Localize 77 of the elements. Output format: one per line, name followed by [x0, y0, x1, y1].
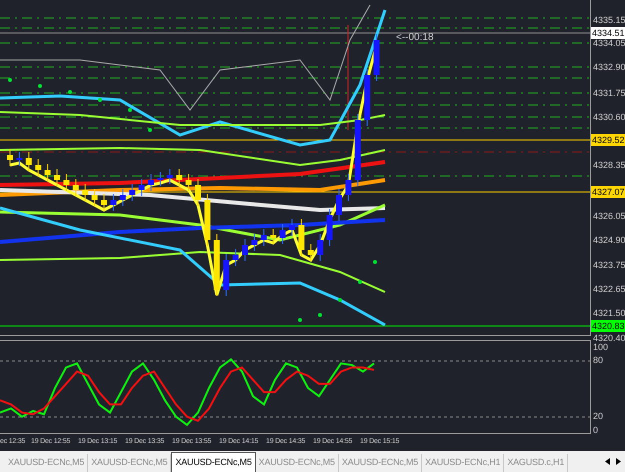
- candle: [63, 174, 70, 192]
- price-label: 4322.65: [593, 283, 625, 295]
- price-label: 4331.75: [593, 87, 625, 99]
- candle: [148, 174, 154, 192]
- scroll-left-icon[interactable]: [605, 458, 610, 465]
- candle: [336, 188, 342, 222]
- sar-dot: [318, 313, 322, 317]
- candle: [176, 168, 182, 186]
- candle: [214, 234, 220, 296]
- candle: [166, 168, 173, 184]
- candle: [298, 218, 304, 256]
- candle: [26, 152, 32, 172]
- candle: [44, 164, 51, 182]
- candle: [374, 34, 380, 82]
- candle: [289, 218, 295, 236]
- candle: [345, 174, 352, 202]
- price-label: 4334.05: [593, 37, 625, 49]
- candle: [317, 234, 324, 262]
- price-marker: 4320.83: [591, 320, 625, 332]
- sar-dot: [8, 78, 12, 82]
- candle: [242, 238, 248, 262]
- price-label: 4323.75: [593, 259, 625, 271]
- candle: [7, 148, 13, 166]
- sar-dot: [98, 98, 102, 102]
- candle: [101, 194, 107, 212]
- price-label: 4326.05: [593, 210, 625, 222]
- scroll-right-icon[interactable]: [616, 458, 621, 465]
- candle: [232, 248, 239, 266]
- oscillator-label: 80: [593, 354, 604, 366]
- candle: [195, 178, 201, 206]
- price-marker: 4329.52: [591, 134, 625, 146]
- sar-dot: [338, 298, 342, 302]
- price-marker: 4334.51: [591, 27, 625, 39]
- sar-dot: [358, 280, 362, 284]
- oscillator-label: 100: [593, 342, 608, 353]
- candle: [54, 168, 60, 186]
- candle: [129, 184, 136, 202]
- candle: [223, 254, 230, 296]
- price-label: 4320.40: [593, 332, 625, 344]
- candle: [120, 188, 126, 206]
- candle: [92, 188, 98, 206]
- sar-dot: [298, 318, 302, 322]
- sar-dot: [38, 84, 42, 88]
- chart-tab[interactable]: XAUUSD-ECNc,M5: [256, 454, 339, 472]
- candle: [270, 228, 276, 244]
- price-label: 4321.50: [593, 307, 625, 319]
- candle: [251, 234, 258, 252]
- candle: [157, 172, 164, 186]
- sar-dot: [373, 260, 377, 264]
- price-label: 4335.15: [593, 14, 625, 26]
- oscillator-label: 0: [593, 424, 598, 436]
- price-marker: 4327.07: [591, 186, 625, 198]
- candle: [204, 194, 210, 246]
- price-label: 4328.35: [593, 159, 625, 171]
- candle: [110, 194, 116, 212]
- candle: [35, 158, 42, 176]
- candle: [16, 152, 22, 166]
- chart-tab[interactable]: XAUUSD-ECNc,M5: [171, 452, 256, 472]
- sar-dot: [148, 128, 152, 132]
- candle: [138, 178, 145, 196]
- sar-dot: [128, 108, 132, 112]
- oscillator-label: 20: [593, 410, 604, 422]
- sar-dot: [68, 90, 72, 94]
- price-label: 4324.90: [593, 234, 625, 246]
- candle: [186, 174, 192, 192]
- candle: [280, 224, 286, 244]
- chart-tab[interactable]: XAUUSD-ECNc,M5: [5, 454, 88, 472]
- candle: [326, 208, 333, 246]
- chart-tab[interactable]: XAUUSD-ECNc,H1: [422, 454, 504, 472]
- candle: [260, 228, 267, 246]
- price-label: 4332.90: [593, 61, 625, 73]
- countdown-timer: <--00:18: [396, 33, 434, 43]
- candle: [82, 184, 88, 202]
- candle: [72, 178, 79, 196]
- candle: [308, 244, 314, 262]
- candle: [364, 68, 370, 126]
- price-label: 4330.60: [593, 111, 625, 123]
